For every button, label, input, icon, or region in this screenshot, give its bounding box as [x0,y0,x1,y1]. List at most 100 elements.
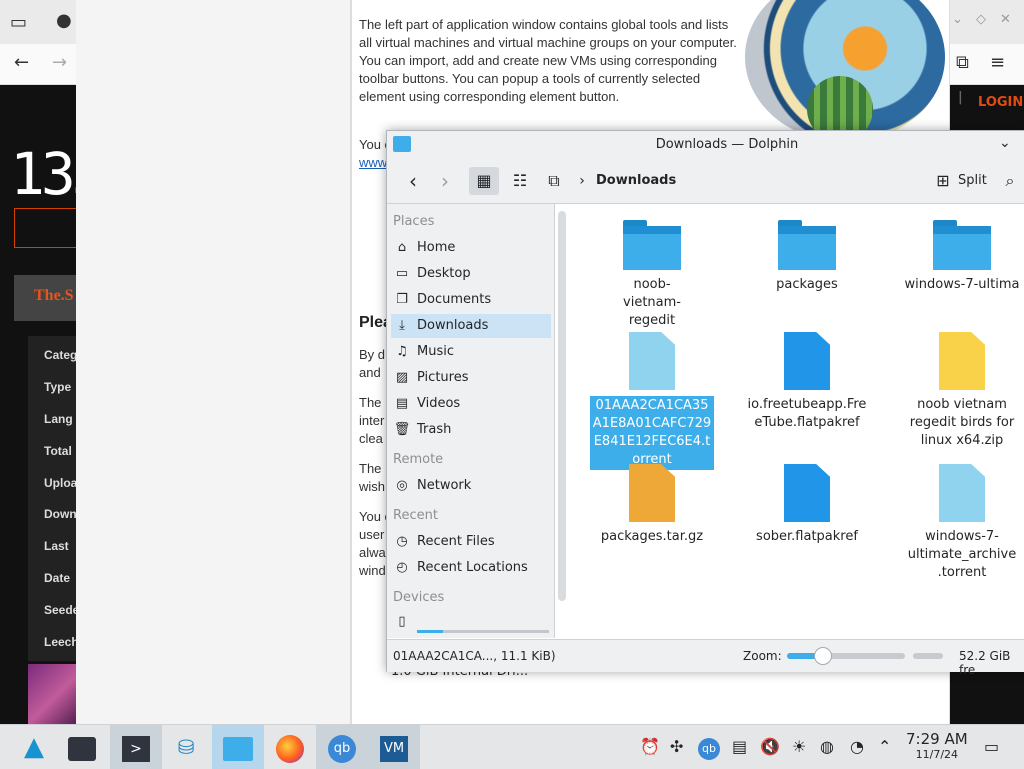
extensions-icon[interactable]: ⧉ [956,52,969,73]
torrent-file-icon [629,332,675,390]
back-icon[interactable]: ← [14,52,29,73]
zoom-label: Zoom: [743,649,782,663]
virtualbox-app-icon[interactable]: VM [368,725,420,769]
trash-icon: 🗑 [393,422,411,437]
dolphin-titlebar[interactable]: Downloads — Dolphin ⌄ [387,131,1024,159]
file-item[interactable]: windows-7-ultima [897,220,1024,294]
site-row-label: Down [44,507,77,521]
zoom-slider-handle[interactable] [814,647,833,665]
qbittorrent-app-icon[interactable]: qb [316,725,368,769]
file-item[interactable]: packages [742,220,872,294]
place-trash[interactable]: 🗑 Trash [391,418,551,442]
forward-icon[interactable]: → [52,52,67,73]
file-name: packages.tar.gz [600,529,704,544]
back-icon[interactable]: ‹ [401,167,425,195]
volume-muted-icon[interactable]: 🔇 [760,737,780,756]
document-sidebar [76,0,351,724]
site-row-label: Leech [44,635,79,649]
place-pictures[interactable]: ▨ Pictures [391,366,551,390]
tar-archive-icon [629,464,675,522]
network-tray-icon[interactable]: ◍ [820,737,834,756]
github-icon[interactable]: ● [56,10,72,31]
store-app-icon[interactable]: ⛁ [160,725,212,769]
desktop-icon: ▭ [395,266,409,281]
dolphin-app-icon[interactable] [212,725,264,769]
clipboard-icon[interactable]: ▤ [732,737,747,756]
place-recent-files[interactable]: ◷ Recent Files [391,530,551,554]
free-space-bar [913,653,943,659]
site-row-label: Lang [44,412,73,426]
minimize-icon[interactable]: ⌄ [952,12,963,27]
place-documents[interactable]: ❐ Documents [391,288,551,312]
login-link[interactable]: LOGIN [978,95,1023,110]
file-name: windows-7-ultima [904,277,1020,292]
free-space-text: 52.2 GiB fre [959,649,1011,677]
notifications-icon[interactable]: ⏰ [640,737,660,756]
downloads-icon: ⤓ [399,318,405,333]
breadcrumb-downloads[interactable]: Downloads [596,173,676,188]
doc-link[interactable]: www [359,154,387,172]
discover-updates-icon[interactable]: ✣ [670,737,683,756]
site-tab[interactable]: The.S [14,275,84,321]
file-name: packages [776,277,838,292]
place-downloads[interactable]: ⤓ Downloads [391,314,551,338]
split-icon[interactable]: ⊞ [932,167,954,195]
recent-section-header: Recent [393,508,438,523]
maximize-icon[interactable]: ◇ [976,12,986,27]
power-icon[interactable]: ◔ [850,737,864,756]
network-icon: ◎ [396,478,408,493]
doc-text: alwa [359,545,386,560]
brightness-icon[interactable]: ☀ [792,737,806,756]
settings-app-icon[interactable] [56,725,108,769]
folder-icon [933,220,991,270]
forward-icon[interactable]: › [433,167,457,195]
arch-launcher-icon[interactable]: ▲ [8,725,60,769]
place-recent-locations[interactable]: ◴ Recent Locations [391,556,551,580]
place-home[interactable]: ⌂ Home [391,236,551,260]
clock-time: 7:29 AM [906,730,968,748]
file-item[interactable]: windows-7-ultimate_archive.torrent [897,464,1024,582]
place-music[interactable]: ♫ Music [391,340,551,364]
doc-text: wind [359,563,386,578]
doc-text: inter [359,413,385,428]
file-item[interactable]: io.freetubeapp.FreeTube.flatpakref [742,332,872,432]
details-view-icon[interactable]: ⧉ [539,167,569,195]
show-desktop-icon[interactable]: ▭ [984,737,999,756]
file-item[interactable]: noob-vietnam-regedit [587,220,717,330]
recent-files-icon: ◷ [396,534,408,549]
place-desktop[interactable]: ▭ Desktop [391,262,551,286]
window-menu-chevron-icon[interactable]: ⌄ [999,135,1011,151]
pictures-icon: ▨ [395,370,409,385]
file-name: 01AAA2CA1CA35A1E8A01CAFC729E841E12FEC6E4… [590,396,714,470]
file-item[interactable]: sober.flatpakref [742,464,872,546]
menu-icon[interactable]: ≡ [990,52,1005,73]
site-row-label: Type [44,380,72,394]
compact-view-icon[interactable]: ☷ [505,167,535,195]
close-icon[interactable]: ✕ [1000,12,1011,27]
folder-icon [623,220,681,270]
search-icon[interactable]: ⌕ [999,167,1021,195]
file-item[interactable]: packages.tar.gz [587,464,717,546]
doc-text: wish [359,479,386,494]
window-title: Downloads — Dolphin [655,137,799,152]
icons-view-icon[interactable]: ▦ [469,167,499,195]
split-button[interactable]: Split [958,173,987,188]
site-row-label: Date [44,571,71,585]
place-videos[interactable]: ▤ Videos [391,392,551,416]
doc-text: The [359,461,382,476]
file-item[interactable]: noob vietnam regedit birds for linux x64… [897,332,1024,450]
zoom-slider[interactable] [787,647,905,665]
firefox-app-icon[interactable] [264,725,316,769]
clock[interactable]: 7:29 AM 11/7/24 [906,731,968,763]
file-name: noob vietnam regedit birds for linux x64… [909,397,1015,448]
tray-expand-chevron-icon[interactable]: ⌃ [878,737,891,756]
recent-locations-icon: ◴ [396,560,408,575]
status-bar: 01AAA2CA1CA..., 11.1 KiB) Zoom: 52.2 GiB… [387,639,1024,677]
places-scrollbar[interactable] [558,211,566,601]
file-item-selected[interactable]: 01AAA2CA1CA35A1E8A01CAFC729E841E12FEC6E4… [587,332,717,470]
tab-overview-icon[interactable]: ▭ [10,12,27,33]
site-row-label: Last [44,539,69,553]
terminal-app-icon[interactable]: > [110,725,162,769]
place-network[interactable]: ◎ Network [391,474,551,498]
qbittorrent-tray-icon[interactable]: qb [698,737,720,760]
